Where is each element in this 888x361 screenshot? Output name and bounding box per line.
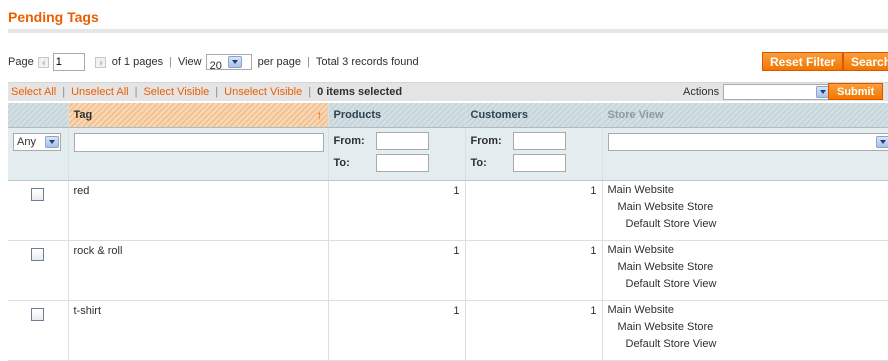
customers-range-to: To: [471,154,597,172]
chevron-down-icon [45,136,59,148]
view-label: View [178,56,202,68]
actions-label: Actions [683,86,719,98]
customers-to-input[interactable] [513,154,566,172]
products-range-to: To: [334,154,460,172]
chevron-down-icon [228,56,242,68]
customers-cell: 1 [465,301,602,361]
grid-filter-row: Any From: To: From: To: [8,128,888,181]
table-row[interactable]: rock & roll 1 1 Main Website Main Websit… [8,241,888,301]
column-header-customers[interactable]: Customers [465,103,602,128]
store-name: Main Website Store [608,199,888,216]
title-divider [8,29,888,33]
select-all-link[interactable]: Select All [11,86,56,98]
tag-cell: red [68,181,328,241]
previous-page-icon[interactable] [38,57,49,68]
store-view-name: Default Store View [608,216,888,233]
store-view-name: Default Store View [608,276,888,293]
row-checkbox[interactable] [31,248,44,261]
customers-from-input[interactable] [513,132,566,150]
store-view-name: Default Store View [608,336,888,353]
website-name: Main Website [608,242,888,259]
search-button[interactable]: Search [843,52,888,71]
customers-cell: 1 [465,181,602,241]
products-to-input[interactable] [376,154,429,172]
submit-button[interactable]: Submit [828,83,883,100]
separator: | [169,56,172,68]
pager: Page of 1 pages | View 20 per page | Tot… [8,52,419,72]
row-checkbox[interactable] [31,308,44,321]
per-page-select[interactable]: 20 [206,54,252,70]
per-page-label: per page [258,56,301,68]
next-page-icon[interactable] [95,57,106,68]
website-name: Main Website [608,182,888,199]
to-label: To: [334,157,376,169]
store-view-filter-select[interactable] [608,133,888,151]
column-header-products[interactable]: Products [328,103,465,128]
from-label: From: [471,135,513,147]
sort-arrow-icon: ↑ [317,108,323,122]
products-cell: 1 [328,181,465,241]
products-from-input[interactable] [376,132,429,150]
page-label: Page [8,56,34,68]
customers-range-from: From: [471,132,597,150]
grid-header-row: Tag ↑ Products Customers Store View [8,103,888,128]
column-header-store-view: Store View [602,103,888,128]
store-view-cell: Main Website Main Website Store Default … [602,241,888,301]
massaction-header [8,103,68,128]
page-number-input[interactable] [53,53,85,71]
products-cell: 1 [328,241,465,301]
reset-filter-button[interactable]: Reset Filter [762,52,843,71]
store-view-cell: Main Website Main Website Store Default … [602,181,888,241]
massaction-bar: Select All|Unselect All|Select Visible|U… [8,82,888,101]
products-range-from: From: [334,132,460,150]
tags-grid: Tag ↑ Products Customers Store View Any … [8,103,888,361]
items-selected-count: 0 items selected [317,86,402,98]
column-header-tag[interactable]: Tag ↑ [68,103,328,128]
per-page-value: 20 [207,60,225,72]
unselect-all-link[interactable]: Unselect All [71,86,128,98]
website-name: Main Website [608,302,888,319]
actions-select[interactable] [723,84,832,100]
store-name: Main Website Store [608,259,888,276]
products-cell: 1 [328,301,465,361]
table-row[interactable]: t-shirt 1 1 Main Website Main Website St… [8,301,888,361]
unselect-visible-link[interactable]: Unselect Visible [224,86,302,98]
filter-any-value: Any [14,136,39,148]
total-records: Total 3 records found [316,56,419,68]
row-checkbox[interactable] [31,188,44,201]
store-view-cell: Main Website Main Website Store Default … [602,301,888,361]
page-title: Pending Tags [8,9,99,25]
select-visible-link[interactable]: Select Visible [143,86,209,98]
tag-cell: t-shirt [68,301,328,361]
to-label: To: [471,157,513,169]
table-row[interactable]: red 1 1 Main Website Main Website Store … [8,181,888,241]
massaction-filter-select[interactable]: Any [13,133,61,151]
customers-cell: 1 [465,241,602,301]
tag-filter-input[interactable] [74,133,324,152]
column-header-label: Tag [74,109,93,121]
chevron-down-icon [876,136,888,148]
separator: | [307,56,310,68]
from-label: From: [334,135,376,147]
page-count: of 1 pages [112,56,163,68]
store-name: Main Website Store [608,319,888,336]
tag-cell: rock & roll [68,241,328,301]
